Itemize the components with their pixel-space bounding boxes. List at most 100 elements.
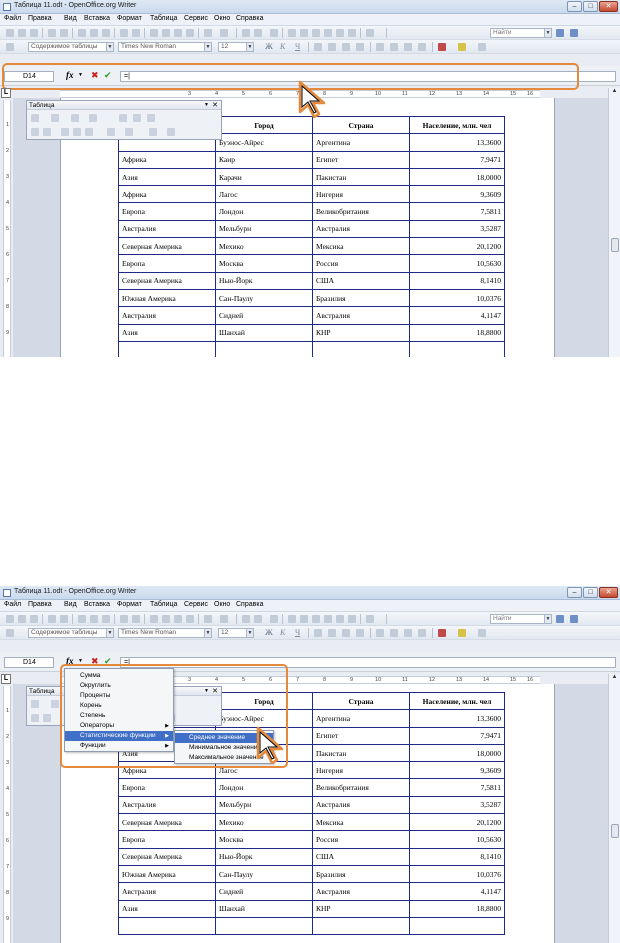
table-cell[interactable]: Каир — [215, 150, 313, 169]
italic-button[interactable]: К — [280, 628, 285, 637]
find-replace-icon[interactable] — [288, 615, 296, 623]
vertical-scrollbar[interactable]: ▲ — [608, 88, 620, 357]
table-cell[interactable]: Бразилия — [312, 864, 410, 884]
tab-stop-selector[interactable]: L — [1, 674, 11, 684]
background-color-icon[interactable] — [478, 629, 486, 637]
table-cell[interactable]: 3,5287 — [409, 219, 505, 239]
table-cell[interactable]: Сидней — [215, 882, 313, 901]
navigator-icon[interactable] — [300, 615, 308, 623]
table-cell[interactable]: Шанхай — [215, 323, 313, 342]
table-cell[interactable]: Мексика — [312, 813, 410, 832]
save-icon[interactable] — [30, 29, 38, 37]
clone-format-icon[interactable] — [186, 29, 194, 37]
menu-help[interactable]: Справка — [236, 15, 263, 22]
table-cell[interactable]: Южная Америка — [118, 864, 216, 884]
table-cell[interactable]: 18,0000 — [409, 743, 505, 763]
show-draw-icon[interactable] — [270, 615, 278, 623]
gallery-icon[interactable] — [312, 615, 320, 623]
table-cell[interactable]: 20,1200 — [409, 813, 505, 832]
table-cell[interactable] — [118, 916, 216, 936]
highlight-icon[interactable] — [458, 629, 466, 637]
table-cell[interactable]: Европа — [118, 778, 216, 797]
table-cell[interactable]: Мексика — [312, 237, 410, 256]
table-cell[interactable]: Южная Америка — [118, 288, 216, 308]
table-cell[interactable]: Азия — [118, 323, 216, 342]
table-header-cell[interactable]: Город — [215, 115, 313, 135]
table-cell[interactable]: Австралия — [118, 306, 216, 325]
maximize-button[interactable]: □ — [583, 587, 598, 598]
align-right-icon[interactable] — [342, 629, 350, 637]
table-cell[interactable]: 10,0376 — [409, 288, 505, 308]
hyperlink-icon[interactable] — [242, 29, 250, 37]
spellcheck-icon[interactable] — [120, 615, 128, 623]
increase-indent-icon[interactable] — [418, 43, 426, 51]
styles-icon[interactable] — [6, 629, 14, 637]
scroll-up-icon[interactable]: ▲ — [609, 88, 620, 97]
insert-table-icon[interactable] — [254, 29, 262, 37]
table-cell[interactable]: Великобритания — [312, 202, 410, 221]
table-cell[interactable] — [215, 340, 313, 357]
table-cell[interactable]: Египет — [312, 150, 410, 169]
table-cell[interactable]: Мельбурн — [215, 219, 313, 239]
borders-icon[interactable] — [51, 700, 59, 708]
menu-file[interactable]: Файл — [4, 601, 21, 608]
style-combo[interactable]: Содержимое таблицы ▼ — [28, 628, 114, 638]
table-cell[interactable]: КНР — [312, 323, 410, 342]
mail-icon[interactable] — [60, 615, 68, 623]
table-cell[interactable]: Бразилия — [312, 288, 410, 308]
paste-icon[interactable] — [174, 615, 182, 623]
chevron-down-icon[interactable]: ▼ — [544, 615, 551, 623]
autoformat-icon[interactable] — [85, 128, 93, 136]
table-properties-icon[interactable] — [107, 128, 115, 136]
preview-icon[interactable] — [102, 615, 110, 623]
table-cell[interactable]: Египет — [312, 726, 410, 745]
table-cell[interactable] — [312, 340, 410, 357]
table-cell[interactable]: Австралия — [118, 219, 216, 239]
table-cell[interactable]: США — [312, 847, 410, 866]
table-cell[interactable]: Шанхай — [215, 899, 313, 918]
datasources-icon[interactable] — [324, 29, 332, 37]
find-combo[interactable]: Найти ▼ — [490, 28, 552, 38]
underline-button[interactable]: Ч — [295, 42, 300, 51]
menu-window[interactable]: Окно — [214, 601, 230, 608]
table-header-cell[interactable]: Население, млн. чел — [409, 691, 505, 711]
bold-button[interactable]: Ж — [265, 628, 273, 637]
bullets-icon[interactable] — [390, 43, 398, 51]
table-cell[interactable] — [118, 340, 216, 357]
table-cell[interactable]: США — [312, 271, 410, 290]
table-header-cell[interactable]: Страна — [312, 691, 410, 711]
insert-column-icon[interactable] — [43, 714, 51, 722]
menu-format[interactable]: Формат — [117, 601, 142, 608]
merge-cells-icon[interactable] — [119, 114, 127, 122]
table-cell[interactable]: 4,1147 — [409, 306, 505, 325]
menu-tools[interactable]: Сервис — [184, 601, 208, 608]
justify-icon[interactable] — [356, 629, 364, 637]
highlight-icon[interactable] — [458, 43, 466, 51]
paste-icon[interactable] — [174, 29, 182, 37]
print-icon[interactable] — [90, 615, 98, 623]
copy-icon[interactable] — [162, 615, 170, 623]
table-cell[interactable]: 7,9471 — [409, 726, 505, 745]
save-icon[interactable] — [30, 615, 38, 623]
cut-icon[interactable] — [150, 29, 158, 37]
help-icon[interactable] — [366, 615, 374, 623]
chevron-down-icon[interactable]: ▼ — [246, 629, 253, 637]
find-prev-icon[interactable] — [570, 615, 578, 623]
new-document-icon[interactable] — [6, 29, 14, 37]
scroll-thumb[interactable] — [611, 824, 619, 838]
align-center-icon[interactable] — [328, 629, 336, 637]
table-cell[interactable]: Пакистан — [312, 167, 410, 187]
table-cell[interactable]: Лондон — [215, 778, 313, 797]
chevron-down-icon[interactable]: ▼ — [106, 43, 113, 51]
table-cell[interactable]: Азия — [118, 899, 216, 918]
insert-table-icon[interactable] — [254, 615, 262, 623]
insert-column-icon[interactable] — [43, 128, 51, 136]
table-cell[interactable]: Африка — [118, 150, 216, 169]
table-cell[interactable]: 9,3609 — [409, 185, 505, 204]
tab-stop-selector[interactable]: L — [1, 88, 11, 98]
font-size-combo[interactable]: 12 ▼ — [218, 42, 254, 52]
table-cell[interactable]: Африка — [118, 185, 216, 204]
table-cell[interactable]: 10,5630 — [409, 830, 505, 849]
table-header-cell[interactable]: Страна — [312, 115, 410, 135]
datasources-icon[interactable] — [324, 615, 332, 623]
